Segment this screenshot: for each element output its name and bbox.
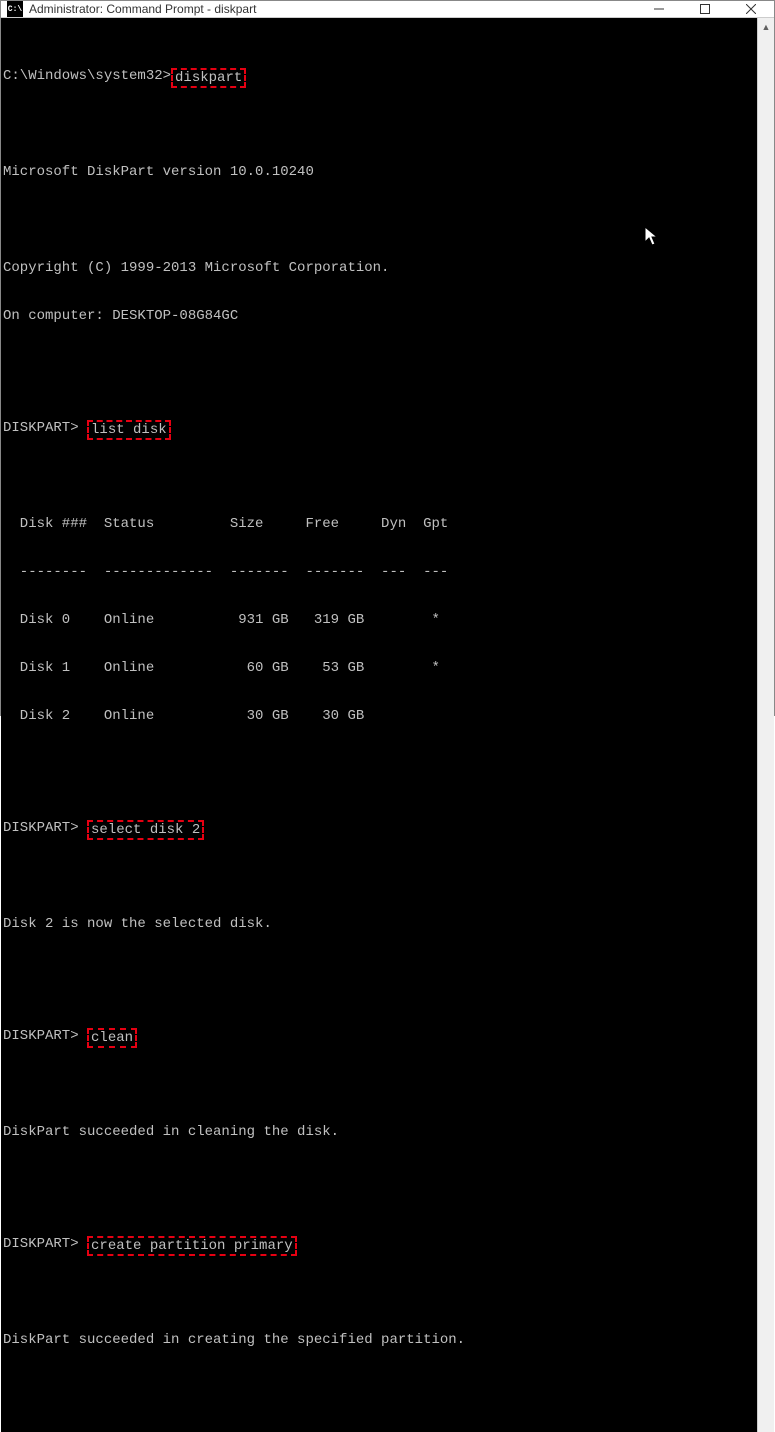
prompt-diskpart: DISKPART> bbox=[3, 420, 87, 436]
resp-create: DiskPart succeeded in creating the speci… bbox=[3, 1332, 757, 1348]
copyright-line: Copyright (C) 1999-2013 Microsoft Corpor… bbox=[3, 260, 757, 276]
minimize-button[interactable] bbox=[636, 1, 682, 17]
titlebar[interactable]: C:\ Administrator: Command Prompt - disk… bbox=[1, 1, 774, 18]
close-button[interactable] bbox=[728, 1, 774, 17]
resp-clean: DiskPart succeeded in cleaning the disk. bbox=[3, 1124, 757, 1140]
app-icon: C:\ bbox=[7, 1, 23, 17]
cmd-diskpart: diskpart bbox=[171, 68, 246, 88]
prompt-diskpart: DISKPART> bbox=[3, 820, 87, 836]
prompt-diskpart: DISKPART> bbox=[3, 1236, 87, 1252]
minimize-icon bbox=[654, 4, 664, 14]
prompt-system32: C:\Windows\system32> bbox=[3, 68, 171, 84]
disk-table-header: Disk ### Status Size Free Dyn Gpt bbox=[3, 516, 757, 532]
scroll-up-icon[interactable]: ▲ bbox=[758, 18, 774, 35]
console-output[interactable]: C:\Windows\system32>diskpart Microsoft D… bbox=[1, 18, 757, 1432]
vertical-scrollbar[interactable]: ▲ bbox=[757, 18, 774, 1432]
disk-row-1: Disk 1 Online 60 GB 53 GB * bbox=[3, 660, 757, 676]
cmd-list-disk: list disk bbox=[87, 420, 171, 440]
cmd-clean: clean bbox=[87, 1028, 137, 1048]
client-area: C:\Windows\system32>diskpart Microsoft D… bbox=[1, 18, 774, 1432]
cmd-select-disk: select disk 2 bbox=[87, 820, 204, 840]
maximize-icon bbox=[700, 4, 710, 14]
disk-row-2: Disk 2 Online 30 GB 30 GB bbox=[3, 708, 757, 724]
disk-table-divider: -------- ------------- ------- ------- -… bbox=[3, 564, 757, 580]
computer-line: On computer: DESKTOP-08G84GC bbox=[3, 308, 757, 324]
resp-select-disk: Disk 2 is now the selected disk. bbox=[3, 916, 757, 932]
window-title: Administrator: Command Prompt - diskpart bbox=[29, 2, 636, 16]
cmd-create-partition: create partition primary bbox=[87, 1236, 297, 1256]
close-icon bbox=[746, 4, 756, 14]
window-controls bbox=[636, 1, 774, 17]
prompt-diskpart: DISKPART> bbox=[3, 1028, 87, 1044]
app-window: C:\ Administrator: Command Prompt - disk… bbox=[0, 0, 775, 716]
maximize-button[interactable] bbox=[682, 1, 728, 17]
version-line: Microsoft DiskPart version 10.0.10240 bbox=[3, 164, 757, 180]
disk-row-0: Disk 0 Online 931 GB 319 GB * bbox=[3, 612, 757, 628]
